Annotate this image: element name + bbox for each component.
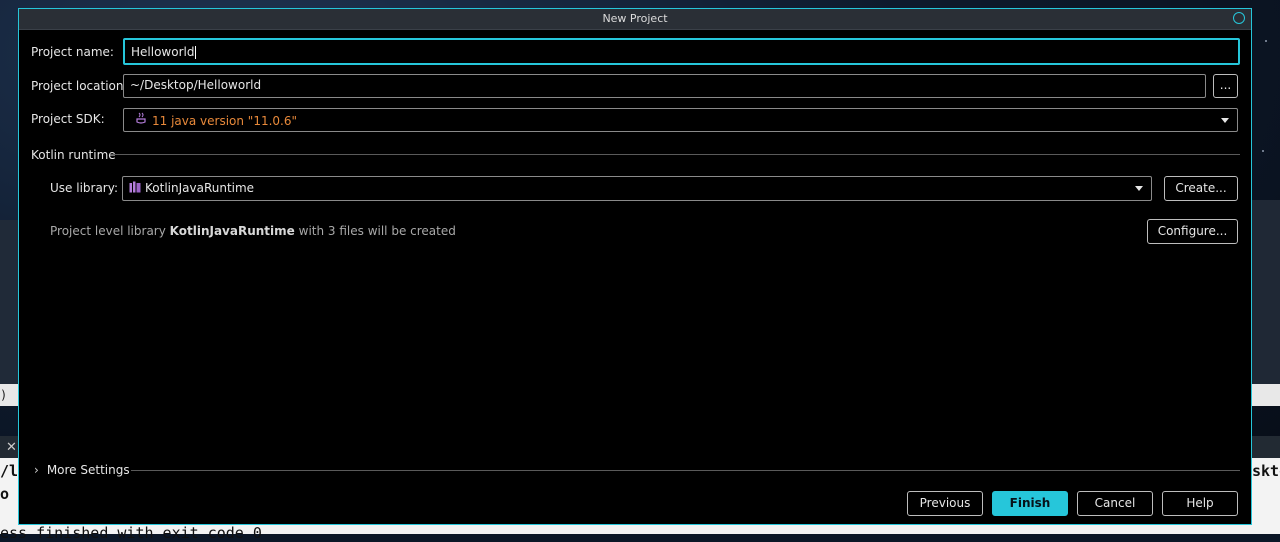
chevron-down-icon: [1221, 118, 1229, 123]
terminal-line: ess finished with exit code 0: [0, 524, 262, 542]
text-caret: [195, 46, 197, 59]
project-name-value: Helloworld: [131, 45, 195, 59]
project-sdk-value: 11 java version "11.0.6": [152, 114, 298, 128]
library-dropdown[interactable]: KotlinJavaRuntime: [122, 176, 1152, 201]
project-location-label: Project location:: [31, 79, 128, 93]
window-control-icon[interactable]: [1233, 12, 1245, 24]
kotlin-runtime-section-title: Kotlin runtime: [31, 148, 116, 162]
use-library-label: Use library:: [50, 181, 119, 195]
project-name-input[interactable]: Helloworld: [123, 38, 1240, 65]
configure-button[interactable]: Configure...: [1147, 219, 1238, 244]
new-project-dialog: New Project Project name: Helloworld Pro…: [18, 8, 1252, 525]
help-button[interactable]: Help: [1162, 491, 1238, 516]
library-books-icon: [129, 181, 141, 196]
project-sdk-dropdown[interactable]: 11 java version "11.0.6": [123, 108, 1238, 132]
star: [1265, 40, 1267, 42]
chevron-down-icon: [1135, 186, 1143, 191]
star: [1262, 150, 1264, 152]
cancel-button[interactable]: Cancel: [1077, 491, 1153, 516]
more-settings-toggle[interactable]: › More Settings: [34, 463, 130, 477]
project-name-label: Project name:: [31, 45, 114, 59]
browse-button[interactable]: ...: [1213, 74, 1238, 98]
background-mountain: [1252, 200, 1280, 390]
background-strip-text: ): [0, 388, 8, 402]
title-bar[interactable]: New Project: [19, 9, 1251, 30]
section-divider: [113, 154, 1240, 155]
terminal-line: /l: [0, 462, 19, 480]
java-cup-icon: [136, 112, 147, 128]
finish-button[interactable]: Finish: [992, 491, 1068, 516]
dialog-title: New Project: [602, 12, 668, 25]
close-icon: ✕: [6, 440, 17, 455]
library-value: KotlinJavaRuntime: [145, 181, 255, 195]
more-settings-label: More Settings: [46, 463, 130, 477]
chevron-right-icon: ›: [34, 463, 39, 477]
more-settings-divider: [131, 470, 1240, 471]
library-info-suffix: with 3 files will be created: [298, 224, 456, 238]
library-info-text: Project level library KotlinJavaRuntime …: [50, 224, 456, 238]
terminal-line: skto: [1252, 462, 1280, 480]
previous-button[interactable]: Previous: [907, 491, 983, 516]
create-library-button[interactable]: Create...: [1164, 176, 1238, 201]
project-location-value: ~/Desktop/Helloworld: [130, 78, 262, 92]
library-info-prefix: Project level library: [50, 224, 166, 238]
project-sdk-label: Project SDK:: [31, 112, 105, 126]
project-location-input[interactable]: ~/Desktop/Helloworld: [123, 74, 1206, 98]
library-info-name: KotlinJavaRuntime: [169, 224, 295, 238]
background-mountain: [0, 220, 20, 390]
